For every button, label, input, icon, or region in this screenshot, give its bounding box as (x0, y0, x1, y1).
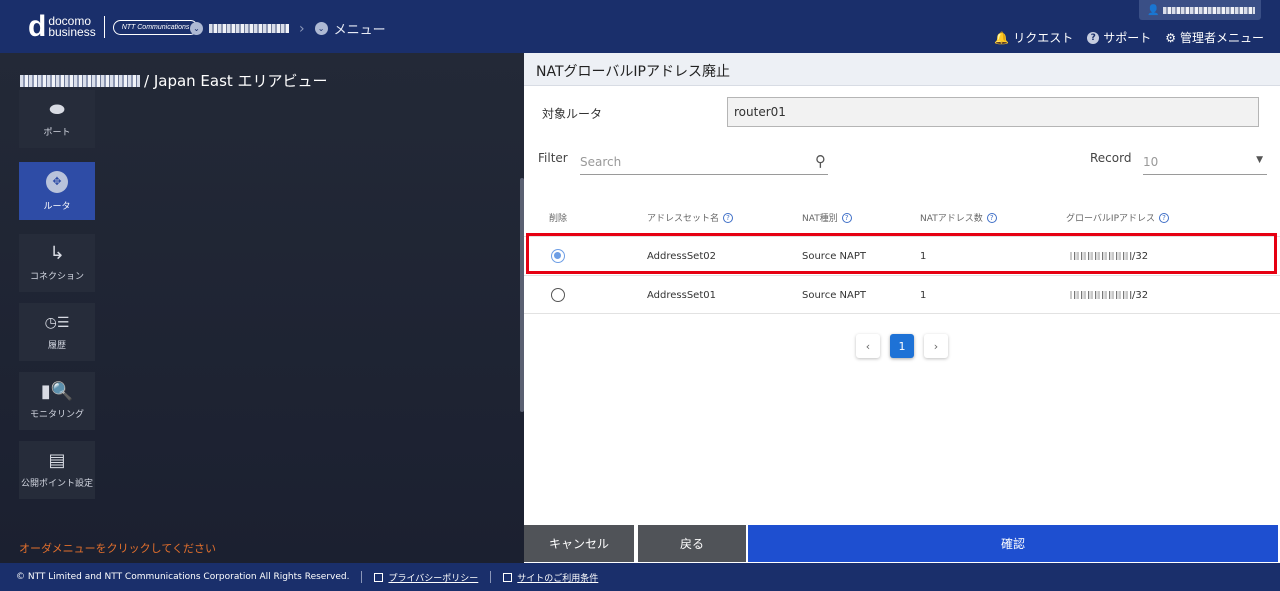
back-button[interactable]: 戻る (638, 525, 746, 562)
help-icon[interactable]: ? (841, 212, 852, 223)
nat-type-cell: Source NAPT (802, 251, 866, 262)
nat-release-panel: NATグローバルIPアドレス廃止 対象ルータ router01 Filter S… (524, 53, 1280, 563)
connection-icon: ↳ (49, 242, 65, 264)
top-header: d docomo business NTT Communications ⌄ ›… (0, 0, 1280, 53)
docomo-business-logo[interactable]: d docomo business NTT Communications (28, 10, 199, 43)
search-icon[interactable]: ⚲ (815, 152, 826, 170)
address-set-cell: AddressSet02 (647, 251, 716, 262)
footer-divider (490, 571, 492, 583)
sidebar-item-public-point[interactable]: ▤ 公開ポイント設定 (19, 441, 95, 499)
target-router-label: 対象ルータ (542, 107, 603, 121)
chevron-right-icon: › (299, 20, 305, 37)
sidebar-item-history[interactable]: ◷☰ 履歴 (19, 303, 95, 361)
global-ip-cell: /32 (1070, 290, 1148, 301)
ip-masked (1070, 291, 1132, 299)
delete-radio[interactable] (551, 288, 565, 302)
external-link-icon (374, 572, 384, 582)
sidebar-item-connection[interactable]: ↳ コネクション (19, 234, 95, 292)
global-ip-cell: /32 (1070, 251, 1148, 262)
router-icon: ✥ (46, 170, 68, 193)
user-icon: 👤 (1147, 4, 1160, 16)
help-icon[interactable]: ? (986, 212, 997, 223)
tenant-name-masked (20, 74, 140, 87)
support-link[interactable]: ? サポート (1087, 29, 1151, 46)
copyright: © NTT Limited and NTT Communications Cor… (16, 572, 350, 582)
record-select[interactable]: 10 ▼ (1143, 149, 1267, 175)
breadcrumb-tenant-masked[interactable] (209, 24, 289, 33)
delete-radio[interactable] (551, 249, 565, 263)
pagination: ‹ 1 › (856, 334, 948, 358)
address-set-cell: AddressSet01 (647, 290, 716, 301)
request-link[interactable]: 🔔 リクエスト (994, 29, 1073, 46)
admin-menu-link[interactable]: ⚙ 管理者メニュー (1165, 29, 1264, 46)
column-header-nat-count: NATアドレス数 ? (920, 211, 997, 224)
column-header-address-set: アドレスセット名 ? (647, 211, 734, 224)
cancel-button[interactable]: キャンセル (524, 525, 634, 562)
nat-type-cell: Source NAPT (802, 290, 866, 301)
help-icon: ? (1087, 31, 1100, 44)
column-header-global-ip: グローバルIPアドレス ? (1066, 211, 1169, 224)
area-view: / Japan East エリアビュー ⬬ ポート ✥ ルータ ↳ コネクション… (0, 53, 524, 563)
table-row[interactable]: AddressSet02 Source NAPT 1 /32 (524, 236, 1280, 275)
panel-title: NATグローバルIPアドレス廃止 (524, 53, 1280, 86)
breadcrumb-menu[interactable]: メニュー (334, 19, 386, 38)
monitoring-icon: ▮🔍 (40, 380, 74, 402)
sidebar-item-router[interactable]: ✥ ルータ (19, 162, 95, 220)
ntt-logo: NTT Communications (112, 19, 199, 35)
bell-icon: 🔔 (994, 30, 1010, 45)
footer-divider (361, 571, 363, 583)
sidebar-item-monitoring[interactable]: ▮🔍 モニタリング (19, 372, 95, 430)
footer: © NTT Limited and NTT Communications Cor… (0, 563, 1280, 591)
page-1-button[interactable]: 1 (890, 334, 914, 358)
filter-label: Filter (538, 151, 568, 165)
top-nav: 🔔 リクエスト ? サポート ⚙ 管理者メニュー (994, 29, 1264, 46)
logo-mark: d (28, 10, 47, 43)
terms-link[interactable]: サイトのご利用条件 (503, 571, 598, 584)
sidebar-item-port[interactable]: ⬬ ポート (19, 90, 95, 148)
area-title: / Japan East エリアビュー (20, 70, 328, 91)
logo-divider (103, 16, 105, 38)
user-name-masked (1163, 6, 1256, 14)
port-icon: ⬬ (49, 98, 65, 120)
ip-masked (1070, 252, 1132, 260)
order-hint: オーダメニューをクリックしてください (19, 542, 217, 555)
help-icon[interactable]: ? (1159, 212, 1169, 223)
next-page-button[interactable]: › (924, 334, 948, 358)
search-input[interactable]: Search ⚲ (580, 149, 828, 175)
breadcrumb: ⌄ › ⌄ メニュー (190, 19, 386, 38)
help-icon[interactable]: ? (723, 212, 734, 223)
logo-text: docomo business (48, 14, 96, 39)
record-label: Record (1090, 151, 1132, 165)
privacy-policy-link[interactable]: プライバシーポリシー (374, 571, 478, 584)
chevron-down-icon: ▼ (1256, 155, 1263, 165)
column-header-nat-type: NAT種別 ? (802, 211, 852, 224)
table-row[interactable]: AddressSet01 Source NAPT 1 /32 (524, 275, 1280, 314)
user-account-button[interactable]: 👤 (1139, 0, 1261, 20)
chevron-down-icon[interactable]: ⌄ (314, 22, 328, 35)
external-link-icon (503, 572, 513, 582)
gear-icon: ⚙ (1165, 30, 1176, 45)
history-icon: ◷☰ (44, 314, 70, 331)
column-header-delete: 削除 (549, 214, 568, 224)
nat-count-cell: 1 (920, 290, 927, 301)
target-router-field: router01 (727, 97, 1259, 127)
prev-page-button[interactable]: ‹ (856, 334, 880, 358)
nat-count-cell: 1 (920, 251, 927, 262)
chevron-down-icon[interactable]: ⌄ (190, 22, 203, 35)
confirm-button[interactable]: 確認 (748, 525, 1278, 562)
public-point-icon: ▤ (48, 449, 66, 471)
